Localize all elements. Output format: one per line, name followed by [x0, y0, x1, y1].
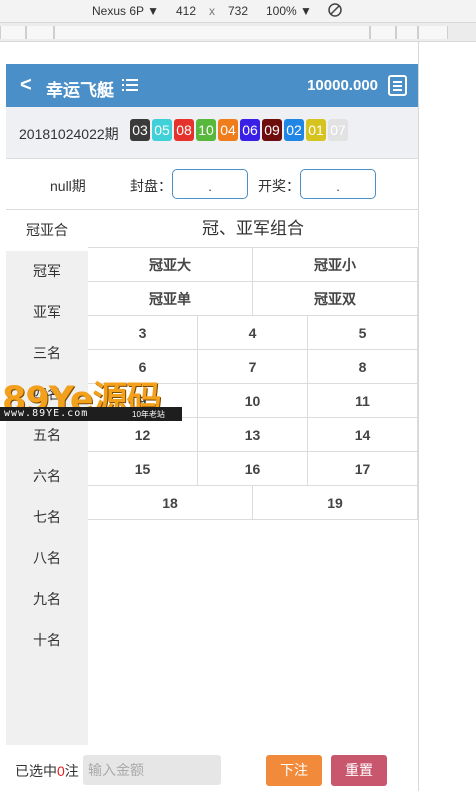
result-ball: 09 [262, 119, 282, 141]
open-time-label: 开奖： [258, 178, 300, 194]
bet-option-cell[interactable]: 18 [88, 486, 253, 520]
section-title: 冠、亚军组合 [202, 219, 304, 238]
place-bet-button[interactable]: 下注 [266, 755, 322, 786]
bet-option-cell[interactable]: 15 [88, 452, 198, 486]
media-query-ruler [0, 22, 476, 42]
watermark-url: www.89YE.com [4, 408, 89, 419]
selected-count: 0 [57, 763, 65, 779]
devtools-toolbar: Nexus 6P ▼ 412 x 732 100% ▼ [0, 0, 476, 22]
result-ball: 07 [328, 119, 348, 141]
viewport-height[interactable]: 732 [228, 4, 248, 18]
bet-option-cell[interactable]: 8 [308, 350, 418, 384]
sidebar-item[interactable]: 八名 [6, 538, 88, 579]
account-balance: 10000.000 [307, 77, 378, 94]
last-draw-result: 20181024022期 03 05 08 10 04 06 09 02 01 07 [6, 107, 418, 159]
sidebar-item[interactable]: 冠军 [6, 251, 88, 292]
sidebar-item[interactable]: 六名 [6, 456, 88, 497]
result-ball: 05 [152, 119, 172, 141]
watermark-logo: 89Ye源码 www.89YE.com 10年老站 [0, 369, 182, 423]
sidebar-item[interactable]: 十名 [6, 620, 88, 661]
device-select[interactable]: Nexus 6P ▼ [92, 4, 159, 18]
document-icon[interactable] [388, 75, 407, 96]
result-ball: 04 [218, 119, 238, 141]
bet-option-cell[interactable]: 7 [198, 350, 308, 384]
page-title: 幸运飞艇 [46, 81, 114, 100]
bet-option-cell[interactable]: 4 [198, 316, 308, 350]
rotate-icon[interactable] [327, 2, 343, 21]
mobile-app: < 幸运飞艇 10000.000 20181024022期 03 05 08 10 04… [6, 64, 418, 791]
back-arrow-icon[interactable]: < [20, 74, 32, 97]
bet-option-cell[interactable]: 12 [88, 418, 198, 452]
bet-panel: 冠、亚军组合 冠亚大 冠亚小 冠亚单 冠亚双 3 4 5 6 7 8 9 10 11 12 13 14 15 16… [88, 210, 418, 745]
bet-option-cell[interactable]: 17 [308, 452, 418, 486]
seal-countdown: . [172, 169, 248, 199]
bet-footer: 已选中0注 下注 重置 [6, 745, 418, 791]
bet-option-cell[interactable]: 19 [253, 486, 418, 520]
chevron-down-icon: ▼ [147, 4, 160, 18]
result-balls: 03 05 08 10 04 06 09 02 01 07 [130, 119, 348, 141]
bet-option-cell[interactable]: 冠亚大 [88, 248, 253, 282]
bet-option-cell[interactable]: 3 [88, 316, 198, 350]
period-info: null期 封盘： . 开奖： . [6, 159, 418, 210]
result-ball: 06 [240, 119, 260, 141]
bet-option-cell[interactable]: 冠亚单 [88, 282, 253, 316]
period-label: null期 [50, 178, 86, 194]
dimension-separator: x [209, 4, 215, 18]
bet-option-cell[interactable]: 冠亚小 [253, 248, 418, 282]
open-countdown: . [300, 169, 376, 199]
watermark-tagline: 10年老站 [132, 410, 165, 419]
result-ball: 08 [174, 119, 194, 141]
draw-issue-number: 20181024022期 [19, 126, 119, 142]
chevron-down-icon: ▼ [300, 4, 312, 18]
sidebar-item[interactable]: 冠亚合 [6, 210, 88, 251]
menu-icon[interactable] [122, 79, 138, 92]
amount-input[interactable] [83, 755, 221, 785]
result-ball: 02 [284, 119, 304, 141]
sidebar-item[interactable]: 七名 [6, 497, 88, 538]
result-ball: 01 [306, 119, 326, 141]
sidebar-item[interactable]: 九名 [6, 579, 88, 620]
sidebar-item[interactable]: 亚军 [6, 292, 88, 333]
zoom-level: 100% [266, 4, 297, 18]
result-ball: 10 [196, 119, 216, 141]
sidebar-item[interactable]: 三名 [6, 333, 88, 374]
result-ball: 03 [130, 119, 150, 141]
bet-option-cell[interactable]: 11 [308, 384, 418, 418]
viewport-width[interactable]: 412 [176, 4, 196, 18]
bet-option-cell[interactable]: 13 [198, 418, 308, 452]
bet-option-cell[interactable]: 冠亚双 [253, 282, 418, 316]
reset-button[interactable]: 重置 [331, 755, 387, 786]
bet-option-cell[interactable]: 5 [308, 316, 418, 350]
bet-option-cell[interactable]: 16 [198, 452, 308, 486]
app-header: < 幸运飞艇 10000.000 [6, 64, 418, 107]
zoom-select[interactable]: 100% ▼ [266, 4, 312, 18]
bet-option-cell[interactable]: 14 [308, 418, 418, 452]
bet-category-sidebar: 冠亚合 冠军 亚军 三名 四名 五名 六名 七名 八名 九名 十名 [6, 210, 88, 745]
selected-count-text: 已选中0注 [15, 763, 79, 779]
bet-option-cell[interactable]: 10 [198, 384, 308, 418]
seal-time-label: 封盘： [130, 178, 172, 194]
device-name: Nexus 6P [92, 4, 144, 18]
